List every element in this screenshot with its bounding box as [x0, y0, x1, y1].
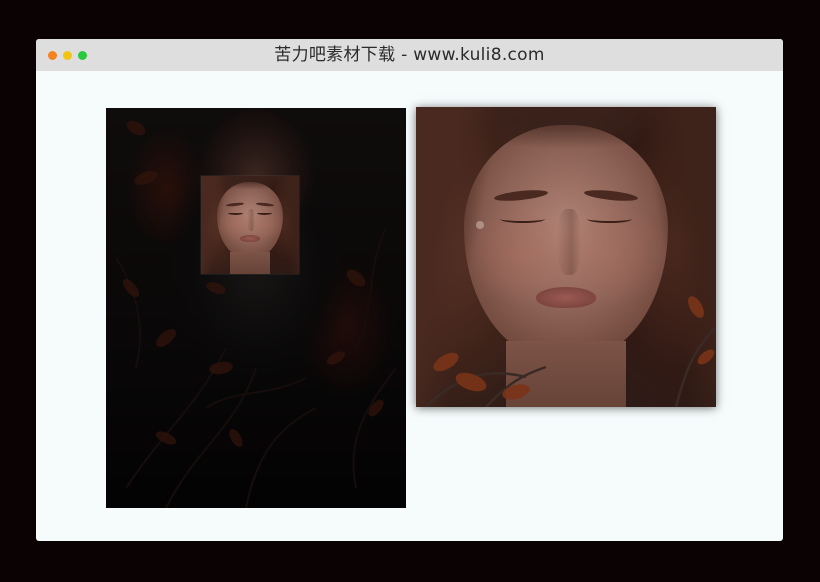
- dim-overlay: [106, 108, 406, 508]
- foreground-leaves: [425, 221, 716, 407]
- zoom-preview: [416, 107, 716, 407]
- browser-window: 苦力吧素材下载 - www.kuli8.com: [36, 39, 783, 541]
- window-titlebar: 苦力吧素材下载 - www.kuli8.com: [36, 39, 783, 71]
- zoom-lens[interactable]: [201, 176, 299, 274]
- preview-face: [416, 107, 716, 407]
- source-image[interactable]: [106, 108, 406, 508]
- lens-face: [201, 176, 299, 274]
- window-title: 苦力吧素材下载 - www.kuli8.com: [274, 45, 545, 65]
